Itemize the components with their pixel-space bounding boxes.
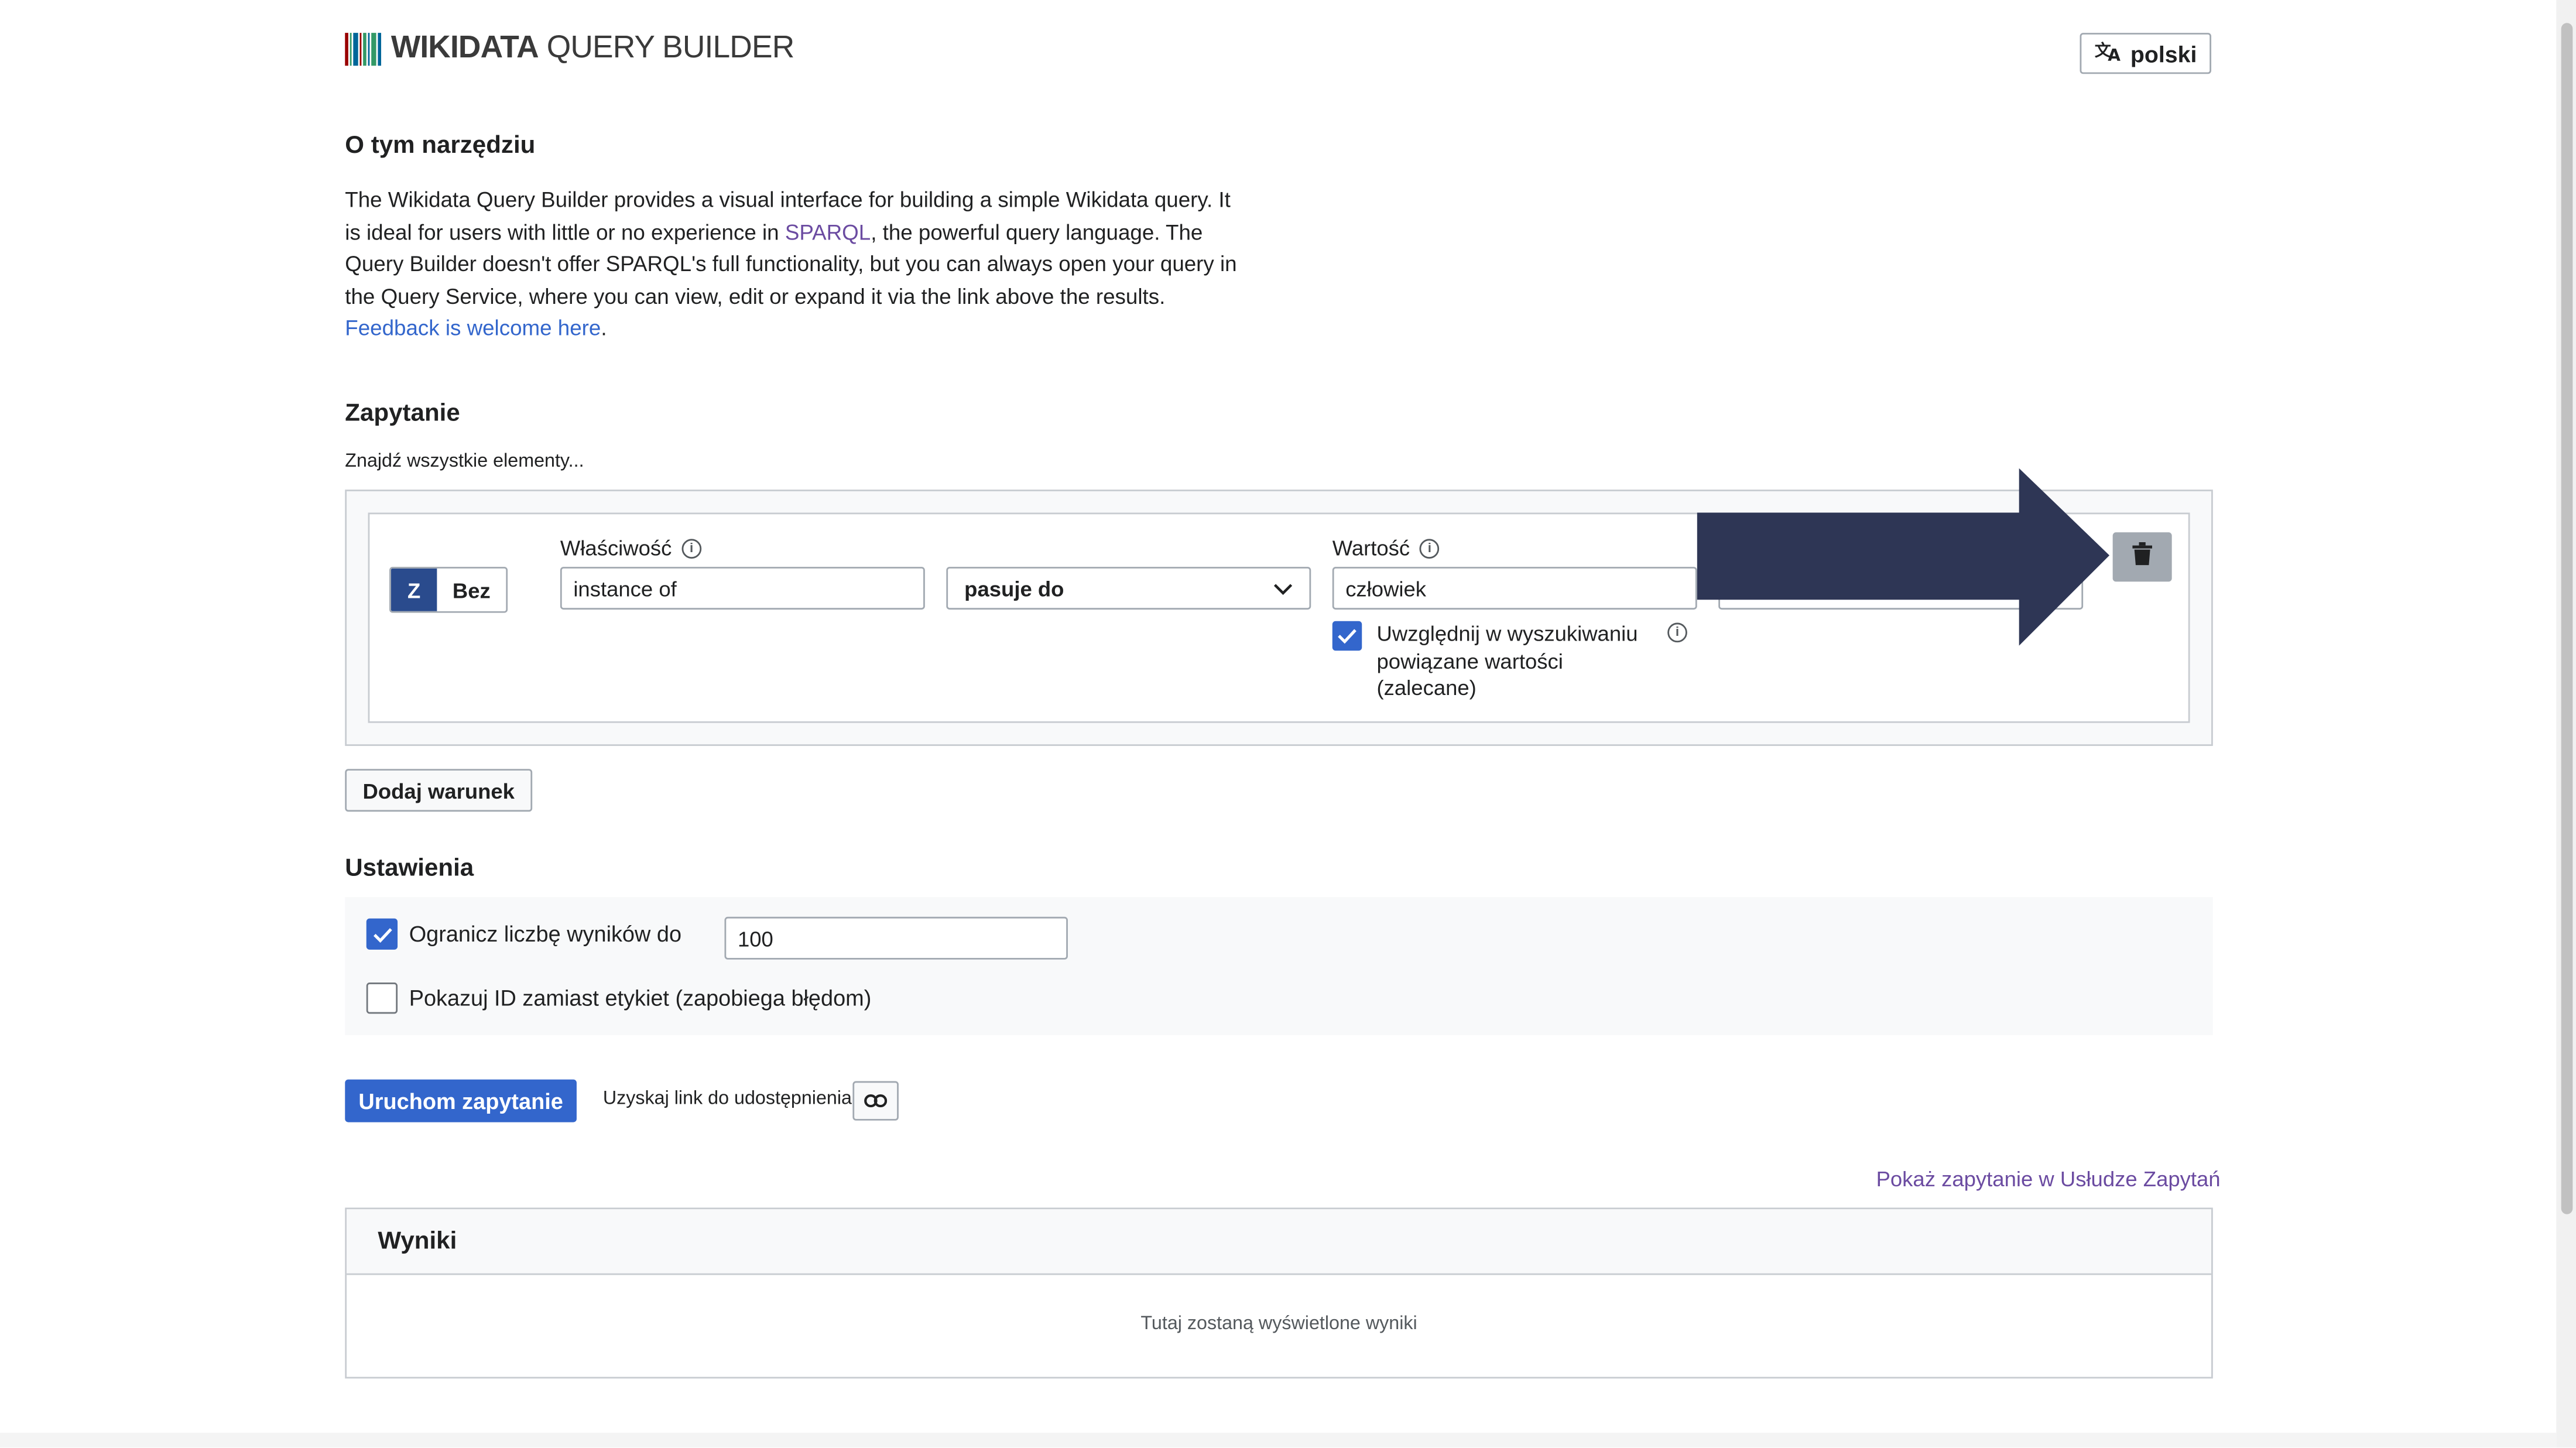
share-link-button[interactable] — [852, 1081, 899, 1121]
sparql-link[interactable]: SPARQL — [785, 220, 871, 244]
relation-select[interactable]: pasuje do — [946, 567, 1311, 610]
value-info-icon[interactable]: i — [1420, 538, 1440, 558]
barcode-stripe — [345, 33, 348, 66]
property-label: Właściwość i — [560, 536, 701, 560]
barcode-stripe — [378, 33, 382, 66]
settings-panel — [345, 897, 2213, 1035]
barcode-stripe — [368, 33, 370, 66]
limit-input[interactable]: 100 — [724, 916, 1068, 960]
logo-wikidata: WIKIDATA — [390, 31, 539, 66]
results-placeholder: Tutaj zostaną wyświetlone wyniki — [1140, 1314, 1417, 1334]
barcode-stripe — [353, 33, 358, 66]
results-title: Wyniki — [347, 1209, 2212, 1275]
pointer-arrow-icon — [1697, 468, 2111, 654]
subclasses-label: Uwzględnij w wyszukiwaniu powiązane wart… — [1376, 621, 1638, 700]
toggle-without-button[interactable]: Bez — [437, 568, 506, 611]
query-title: Zapytanie — [345, 399, 460, 427]
vertical-scrollbar[interactable] — [2556, 0, 2576, 1448]
feedback-tail: . — [601, 316, 607, 341]
show-ids-label: Pokazuj ID zamiast etykiet (zapobiega bł… — [409, 985, 872, 1011]
svg-text:A: A — [2108, 46, 2121, 63]
footer-strip — [0, 1432, 2557, 1448]
add-condition-button[interactable]: Dodaj warunek — [345, 769, 533, 812]
property-label-text: Właściwość — [560, 535, 672, 560]
run-query-button[interactable]: Uruchom zapytanie — [345, 1079, 577, 1122]
value-input[interactable]: człowiek — [1332, 567, 1697, 610]
scrollbar-thumb[interactable] — [2561, 23, 2573, 1214]
settings-title: Ustawienia — [345, 854, 474, 882]
language-button[interactable]: 文A polski — [2080, 33, 2212, 74]
barcode-stripe — [363, 33, 366, 66]
about-title: O tym narzędziu — [345, 131, 536, 160]
app-logo[interactable]: WIKIDATA QUERY BUILDER — [345, 31, 794, 67]
feedback-link[interactable]: Feedback is welcome here — [345, 316, 601, 341]
subclasses-info-icon[interactable]: i — [1667, 622, 1687, 643]
delete-condition-button[interactable] — [2112, 532, 2172, 582]
logo-query-builder: QUERY BUILDER — [538, 31, 795, 66]
barcode-stripe — [359, 33, 362, 66]
language-label: polski — [2130, 40, 2197, 67]
about-description: The Wikidata Query Builder provides a vi… — [345, 184, 1245, 345]
results-panel: Wyniki Tutaj zostaną wyświetlone wyniki — [345, 1207, 2213, 1379]
toggle-with-button[interactable]: Z — [390, 568, 437, 611]
with-without-toggle: Z Bez — [389, 567, 508, 613]
property-info-icon[interactable]: i — [681, 538, 701, 558]
translate-icon: 文A — [2094, 39, 2121, 67]
chevron-down-icon — [1273, 576, 1293, 601]
subclasses-checkbox[interactable] — [1332, 621, 1362, 651]
wikidata-barcode-icon — [345, 33, 383, 66]
property-input[interactable]: instance of — [560, 567, 925, 610]
value-label-text: Wartość — [1332, 535, 1410, 560]
link-icon — [864, 1086, 888, 1116]
relation-select-value: pasuje do — [964, 576, 1064, 601]
barcode-stripe — [371, 33, 376, 66]
barcode-stripe — [350, 33, 352, 66]
share-link-label: Uzyskaj link do udostępnienia — [602, 1089, 852, 1110]
logo-text: WIKIDATA QUERY BUILDER — [391, 31, 794, 67]
trash-icon — [2132, 541, 2152, 573]
query-service-link[interactable]: Pokaż zapytanie w Usłudze Zapytań — [1876, 1166, 2221, 1191]
show-ids-checkbox[interactable] — [366, 983, 398, 1014]
limit-label: Ogranicz liczbę wyników do — [409, 922, 682, 947]
find-all-label: Znajdź wszystkie elementy... — [345, 451, 584, 472]
value-label: Wartość i — [1332, 536, 1440, 560]
limit-checkbox[interactable] — [366, 918, 398, 950]
